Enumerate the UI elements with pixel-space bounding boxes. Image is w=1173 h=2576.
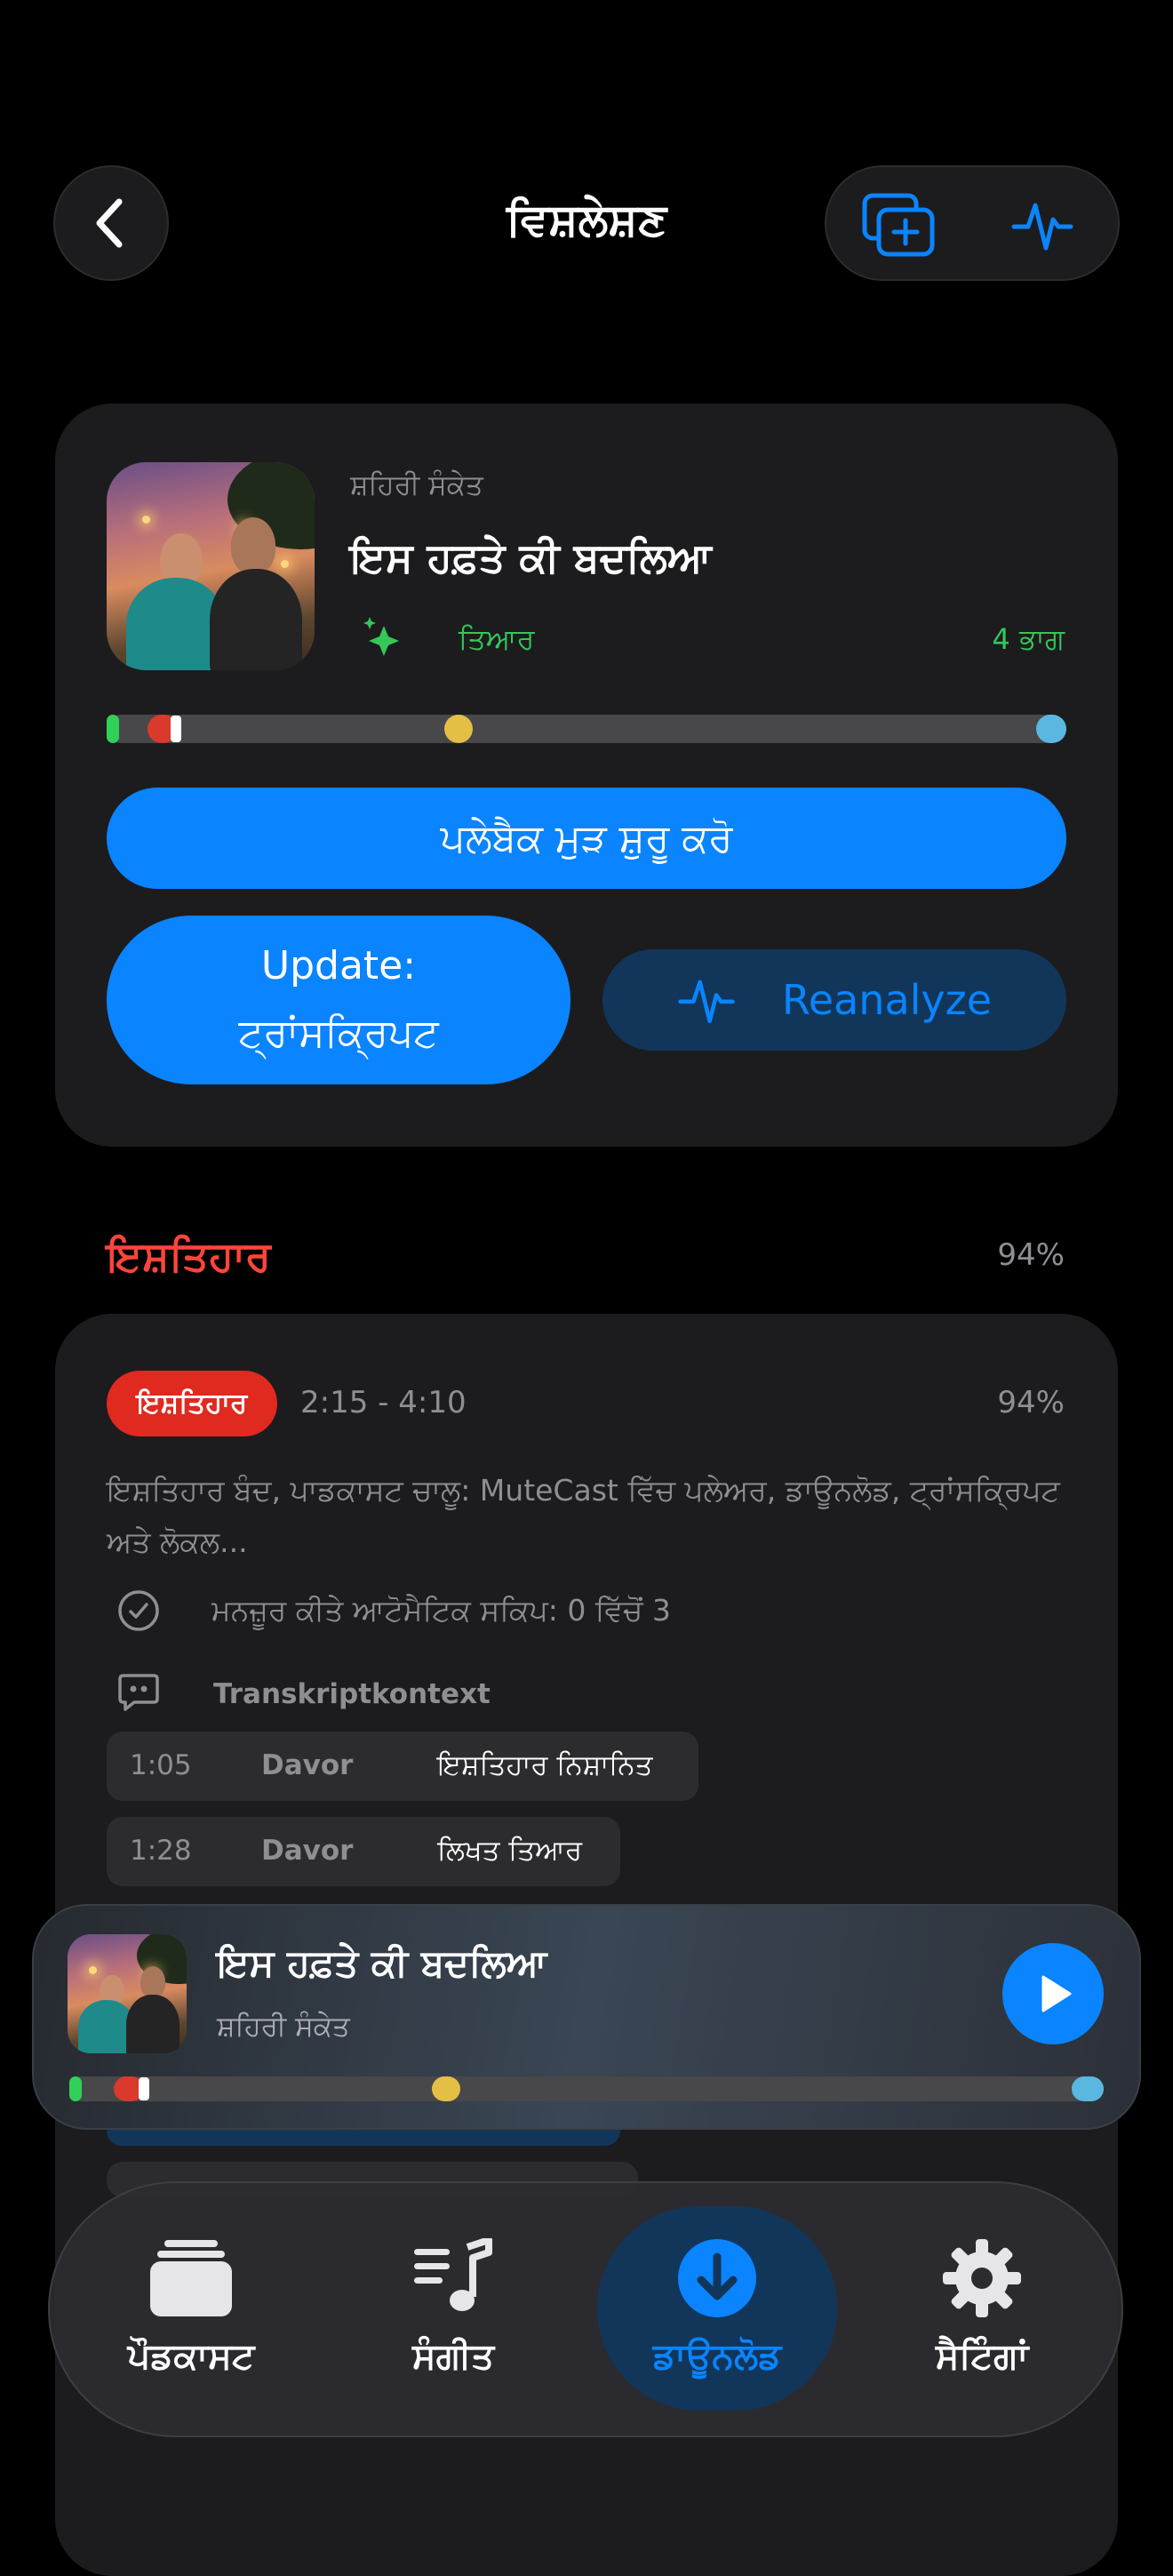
resume-playback-button[interactable]: ਪਲੇਬੈਕ ਮੁੜ ਸ਼ੁਰੂ ਕਰੋ <box>107 788 1066 889</box>
page-title: ਵਿਸ਼ਲੇਸ਼ਣ <box>506 194 667 245</box>
tab-podcasts[interactable]: ਪੌਡਕਾਸਟ <box>89 2208 293 2409</box>
transcript-row[interactable]: 1:05 Davor ਇਸ਼ਤਿਹਾਰ ਨਿਸ਼ਾਨਿਤ <box>107 1732 698 1801</box>
segment-timeline[interactable] <box>107 715 1066 743</box>
gear-icon <box>933 2229 1031 2327</box>
mini-player-title: ਇਸ ਹਫ਼ਤੇ ਕੀ ਬਦਲਿਆ <box>217 1941 547 1985</box>
playhead[interactable] <box>139 2077 149 2100</box>
play-icon <box>1041 1975 1072 2012</box>
update-label-line2: ਟ੍ਰਾਂਸਕ੍ਰਿਪਟ <box>238 1011 439 1056</box>
transcript-speaker: Davor <box>261 1749 354 1781</box>
transcript-text: ਇਸ਼ਤਿਹਾਰ ਨਿਸ਼ਾਨਿਤ <box>437 1749 653 1781</box>
timeline-segment-start <box>107 715 119 743</box>
tab-settings[interactable]: ਸੈਟਿੰਗਾਂ <box>889 2208 1075 2409</box>
ads-section-title: ਇਸ਼ਤਿਹਾਰ <box>107 1232 271 1280</box>
ad-description: ਇਸ਼ਤਿਹਾਰ ਬੰਦ, ਪਾਡਕਾਸਟ ਚਾਲੂ: MuteCast ਵਿੱ… <box>107 1473 1060 1559</box>
header-actions <box>825 165 1120 281</box>
transcript-context-label: Transkriptkontext <box>213 1678 491 1710</box>
update-transcript-button[interactable]: Update: ਟ੍ਰਾਂਸਕ੍ਰਿਪਟ <box>107 916 571 1084</box>
transcript-time: 1:28 <box>130 1835 192 1867</box>
tab-downloads[interactable]: ਡਾਊਨਲੋਡ <box>597 2208 837 2409</box>
episode-title: ਇਸ ਹਫ਼ਤੇ ਕੀ ਬਦਲਿਆ <box>350 533 712 581</box>
reanalyze-label: Reanalyze <box>781 976 993 1024</box>
timeline-segment-end <box>1036 715 1066 743</box>
reanalyze-button[interactable]: Reanalyze <box>602 949 1066 1051</box>
play-button[interactable] <box>1002 1943 1104 2044</box>
timeline-segment-start <box>69 2076 82 2101</box>
playhead[interactable] <box>171 716 181 742</box>
episode-artwork <box>107 462 315 670</box>
ad-confidence: 94% <box>997 1385 1065 1420</box>
tab-label: ਸੈਟਿੰਗਾਂ <box>935 2336 1029 2377</box>
waveform-button[interactable] <box>1002 185 1082 265</box>
tab-music[interactable]: ਸੰਗੀਤ <box>355 2208 551 2409</box>
timeline-segment-mid <box>432 2076 460 2101</box>
add-to-queue-button[interactable] <box>858 185 938 265</box>
check-circle-icon <box>114 1586 164 1636</box>
timeline-segment-end <box>1072 2076 1104 2101</box>
show-name: ਸ਼ਹਿਰੀ ਸੰਕੇਤ <box>350 469 483 501</box>
quote-bubble-icon <box>114 1668 164 1717</box>
ad-time-range: 2:15 - 4:10 <box>300 1385 467 1420</box>
waveform-icon <box>678 980 735 1024</box>
parts-count: 4 ਭਾਗ <box>992 622 1065 656</box>
stack-icon <box>142 2229 240 2327</box>
add-to-queue-icon <box>862 193 935 257</box>
status-ready: ਤਿਆਰ <box>459 622 535 656</box>
tab-label: ਸੰਗੀਤ <box>411 2336 495 2377</box>
approved-skips: ਮਨਜ਼ੂਰ ਕੀਤੇ ਆਟੋਮੈਟਿਕ ਸਕਿਪ: 0 ਵਿੱਚੋਂ 3 <box>211 1593 671 1628</box>
ad-badge: ਇਸ਼ਤਿਹਾਰ <box>107 1371 277 1436</box>
tab-label: ਡਾਊਨਲੋਡ <box>652 2336 782 2377</box>
timeline-segment-mid <box>444 715 473 743</box>
back-button[interactable] <box>53 165 169 281</box>
transcript-text: ਲਿਖਤ ਤਿਆਰ <box>437 1835 583 1867</box>
update-label-line1: Update: <box>260 943 417 988</box>
download-icon <box>668 2229 766 2327</box>
mini-player-show: ਸ਼ਹਿਰੀ ਸੰਕੇਤ <box>217 2011 350 2043</box>
chevron-left-icon <box>96 198 123 248</box>
transcript-time: 1:05 <box>130 1749 192 1781</box>
tab-label: ਪੌਡਕਾਸਟ <box>127 2336 255 2377</box>
music-list-icon <box>404 2229 502 2327</box>
mini-player-artwork <box>68 1934 187 2053</box>
ads-section-confidence: 94% <box>997 1237 1065 1273</box>
transcript-speaker: Davor <box>261 1835 354 1867</box>
transcript-row[interactable]: 1:28 Davor ਲਿਖਤ ਤਿਆਰ <box>107 1817 620 1886</box>
mini-player-progress[interactable] <box>69 2076 1104 2101</box>
sparkle-icon <box>363 617 399 656</box>
waveform-icon <box>1011 203 1073 251</box>
